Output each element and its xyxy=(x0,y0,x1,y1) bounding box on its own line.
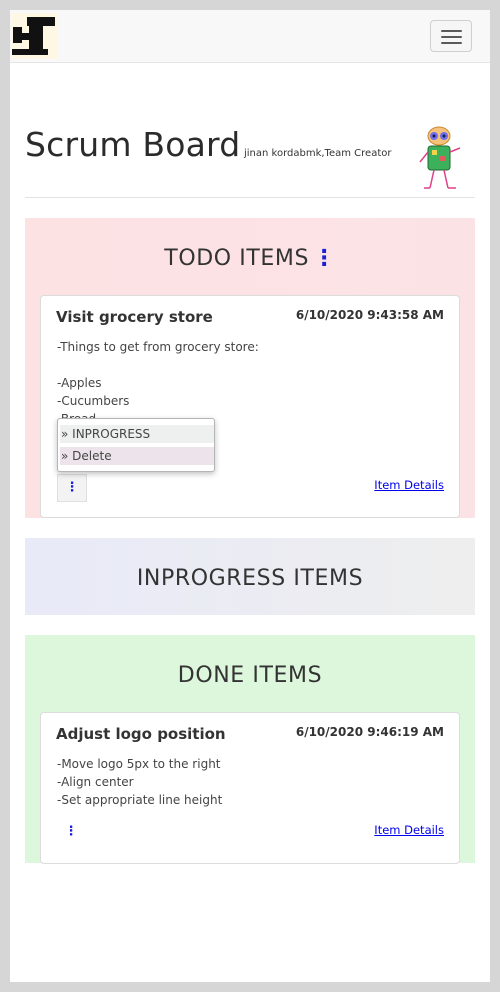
card-description-line: -Set appropriate line height xyxy=(57,793,223,807)
todo-section-title: TODO ITEMS xyxy=(164,246,310,271)
move-to-inprogress-menu-item[interactable]: » INPROGRESS xyxy=(60,425,214,443)
navbar xyxy=(10,10,490,63)
card-title: Visit grocery store xyxy=(56,308,213,326)
card-description-line: -Apples xyxy=(57,376,102,390)
done-section: DONE ITEMS Adjust logo position 6/10/202… xyxy=(25,635,475,864)
card-description-line: -Align center xyxy=(57,775,134,789)
item-details-link[interactable]: Item Details xyxy=(374,823,444,837)
card-dropdown-menu: » INPROGRESS » Delete xyxy=(57,418,215,472)
logo-icon xyxy=(12,13,58,59)
item-details-link[interactable]: Item Details xyxy=(374,478,444,492)
done-section-title: DONE ITEMS xyxy=(177,663,323,688)
todo-section: TODO ITEMS ⋮ Visit grocery store 6/10/202… xyxy=(25,218,475,518)
page-title: Scrum Board xyxy=(25,125,241,164)
page-subtitle: jinan kordabmk,Team Creator xyxy=(244,148,392,159)
brand-logo[interactable] xyxy=(12,13,58,59)
card-description-line: -Move logo 5px to the right xyxy=(57,757,221,771)
menu-toggle-button[interactable] xyxy=(430,20,472,52)
todo-section-heading: TODO ITEMS ⋮ xyxy=(25,246,475,271)
todo-section-menu-icon[interactable]: ⋮ xyxy=(313,246,336,271)
avatar xyxy=(419,126,461,189)
delete-menu-item[interactable]: » Delete xyxy=(60,447,214,465)
card-description-line: -Things to get from grocery store: xyxy=(57,340,259,354)
app-frame: Scrum Board jinan kordabmk,Team Creator … xyxy=(10,10,490,982)
done-card: Adjust logo position 6/10/2020 9:46:19 A… xyxy=(40,712,460,864)
inprogress-section-title: INPROGRESS ITEMS xyxy=(136,566,364,591)
todo-card: Visit grocery store 6/10/2020 9:43:58 AM… xyxy=(40,295,460,518)
card-date: 6/10/2020 9:43:58 AM xyxy=(295,308,444,322)
card-menu-icon[interactable]: ⋮ xyxy=(57,819,85,845)
card-date: 6/10/2020 9:46:19 AM xyxy=(295,725,444,739)
card-title: Adjust logo position xyxy=(56,725,226,743)
hamburger-icon-bar xyxy=(441,36,462,38)
header-divider xyxy=(25,197,475,198)
card-description-line: -Cucumbers xyxy=(57,394,130,408)
hamburger-icon-bar xyxy=(441,42,462,44)
card-menu-icon[interactable]: ⋮ xyxy=(57,474,87,502)
hamburger-icon xyxy=(441,30,462,32)
inprogress-section: INPROGRESS ITEMS xyxy=(25,538,475,615)
